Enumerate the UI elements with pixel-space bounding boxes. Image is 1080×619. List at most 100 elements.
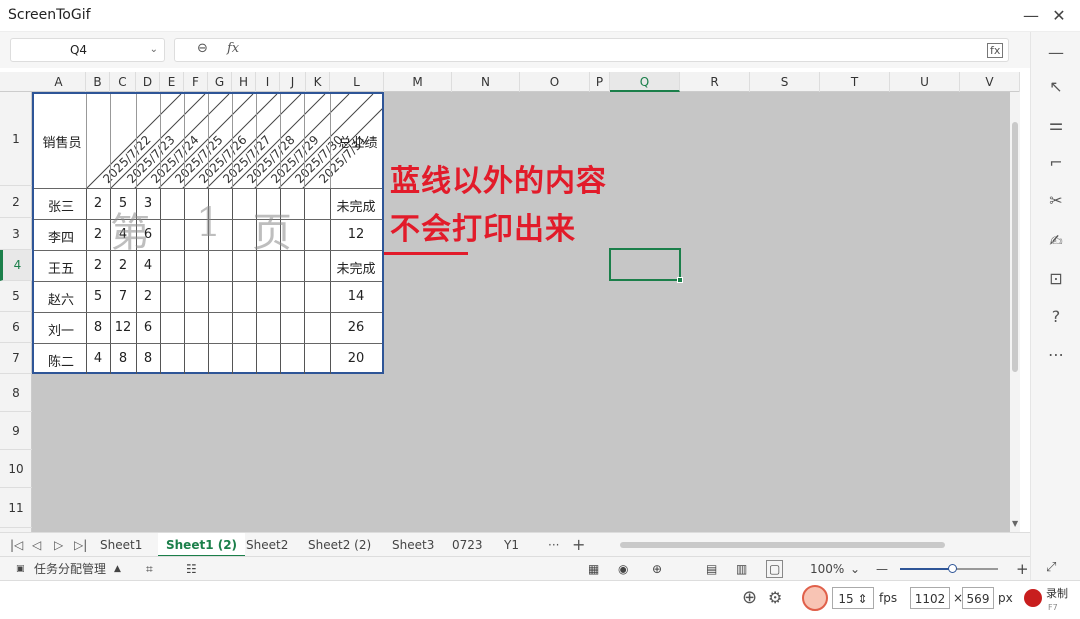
macro-icon[interactable]: ⌗ [146, 557, 153, 581]
column-header-t[interactable]: T [820, 72, 890, 92]
column-header-d[interactable]: D [136, 72, 160, 92]
table-cell-b[interactable]: 5 [86, 289, 110, 304]
close-button[interactable]: ✕ [1048, 5, 1070, 27]
column-header-c[interactable]: C [110, 72, 136, 92]
zoom-in-button[interactable]: + [1016, 557, 1029, 581]
column-header-k[interactable]: K [306, 72, 330, 92]
table-cell-total[interactable]: 26 [330, 320, 382, 335]
row-header-3[interactable]: 3 [0, 218, 32, 250]
normal-view-icon[interactable]: ▤ [706, 557, 717, 581]
fullscreen-icon[interactable]: ⤢ [1046, 560, 1056, 575]
next-sheet-icon[interactable]: ▷ [54, 533, 63, 557]
scroll-down-icon[interactable]: ▼ [1012, 519, 1018, 528]
table-cell-d[interactable]: 8 [136, 351, 160, 366]
more-icon[interactable]: ⋯ [1043, 342, 1069, 368]
formula-input[interactable]: ⊖ fx fx [174, 38, 1009, 62]
row-header-4[interactable]: 4 [0, 250, 32, 281]
settings-icon[interactable]: ⚙ [768, 587, 782, 609]
column-header-b[interactable]: B [86, 72, 110, 92]
zoom-slider-knob[interactable] [948, 564, 957, 573]
zoom-search-icon[interactable]: ⊖ [197, 41, 208, 56]
width-input[interactable]: 1102 [910, 587, 950, 609]
vertical-scroll-thumb[interactable] [1012, 122, 1018, 372]
table-cell-c[interactable]: 7 [110, 289, 136, 304]
column-header-l[interactable]: L [330, 72, 384, 92]
book-search-icon[interactable]: ⊡ [1043, 266, 1069, 292]
tab-sheet-1[interactable]: Sheet1 (2) [158, 533, 246, 557]
column-header-q[interactable]: Q [610, 72, 680, 92]
horizontal-scrollbar[interactable] [620, 542, 945, 548]
table-cell-name[interactable]: 王五 [36, 258, 86, 277]
table-cell-total[interactable]: 14 [330, 289, 382, 304]
table-cell-b[interactable]: 2 [86, 196, 110, 211]
table-cell-name[interactable]: 陈二 [36, 351, 86, 370]
table-cell-name[interactable]: 张三 [36, 196, 86, 215]
column-header-h[interactable]: H [232, 72, 256, 92]
add-sheet-icon[interactable]: + [572, 533, 585, 557]
column-header-n[interactable]: N [452, 72, 520, 92]
expand-formula-icon[interactable]: fx [987, 43, 1004, 58]
row-header-10[interactable]: 10 [0, 450, 32, 488]
fill-handle[interactable] [677, 277, 683, 283]
table-cell-name[interactable]: 刘一 [36, 320, 86, 339]
column-header-m[interactable]: M [384, 72, 452, 92]
table-cell-total[interactable]: 20 [330, 351, 382, 366]
table-cell-total[interactable]: 12 [330, 227, 382, 242]
table-cell-c[interactable]: 2 [110, 258, 136, 273]
column-header-s[interactable]: S [750, 72, 820, 92]
table-cell-name[interactable]: 李四 [36, 227, 86, 246]
row-header-7[interactable]: 7 [0, 343, 32, 374]
spread-icon[interactable]: ⊕ [652, 557, 662, 581]
fps-input[interactable]: 15 ⇕ [832, 587, 874, 609]
table-cell-c[interactable]: 12 [110, 320, 136, 335]
row-header-11[interactable]: 11 [0, 488, 32, 528]
tab-sheet-4[interactable]: Sheet3 [392, 533, 434, 557]
help-icon[interactable]: ? [1043, 304, 1069, 330]
column-header-i[interactable]: I [256, 72, 280, 92]
table-cell-d[interactable]: 6 [136, 320, 160, 335]
column-header-g[interactable]: G [208, 72, 232, 92]
zoom-level[interactable]: 100% [810, 557, 844, 581]
crosshair-icon[interactable]: ⊕ [742, 587, 757, 609]
calc-icon[interactable]: ▦ [588, 557, 599, 581]
adjust-icon[interactable]: ⚌ [1043, 112, 1069, 138]
column-header-o[interactable]: O [520, 72, 590, 92]
table-cell-c[interactable]: 8 [110, 351, 136, 366]
row-header-6[interactable]: 6 [0, 312, 32, 343]
page-break-view-icon[interactable]: ▢ [766, 560, 784, 578]
selected-cell[interactable] [609, 248, 683, 283]
column-header-u[interactable]: U [890, 72, 960, 92]
table-cell-b[interactable]: 2 [86, 227, 110, 242]
table-cell-d[interactable]: 2 [136, 289, 160, 304]
table-cell-b[interactable]: 4 [86, 351, 110, 366]
tools-icon[interactable]: ✂ [1043, 188, 1069, 214]
table-cell-name[interactable]: 赵六 [36, 289, 86, 308]
column-header-a[interactable]: A [32, 72, 86, 92]
row-header-1[interactable]: 1 [0, 92, 32, 186]
more-sheets-icon[interactable]: ··· [548, 533, 559, 557]
column-header-e[interactable]: E [160, 72, 184, 92]
page-layout-icon[interactable]: ▥ [736, 557, 747, 581]
height-input[interactable]: 569 [962, 587, 994, 609]
minimize-button[interactable]: — [1020, 5, 1042, 27]
row-header-2[interactable]: 2 [0, 186, 32, 218]
table-cell-total[interactable]: 未完成 [330, 258, 382, 277]
zoom-dropdown-icon[interactable]: ⌄ [850, 557, 860, 581]
eye-icon[interactable]: ◉ [618, 557, 628, 581]
row-header-9[interactable]: 9 [0, 412, 32, 450]
column-header-f[interactable]: F [184, 72, 208, 92]
column-header-p[interactable]: P [590, 72, 610, 92]
tab-sheet-0[interactable]: Sheet1 [100, 533, 142, 557]
column-header-r[interactable]: R [680, 72, 750, 92]
tab-sheet-3[interactable]: Sheet2 (2) [308, 533, 371, 557]
column-header-v[interactable]: V [960, 72, 1020, 92]
pointer-icon[interactable]: ↖ [1043, 74, 1069, 100]
sign-icon[interactable]: ✍ [1043, 228, 1069, 254]
task-label[interactable]: 任务分配管理 [34, 557, 106, 581]
table-cell-b[interactable]: 8 [86, 320, 110, 335]
table-cell-total[interactable]: 未完成 [330, 196, 382, 215]
first-sheet-icon[interactable]: |◁ [10, 533, 23, 557]
chevron-down-icon[interactable]: ⌄ [150, 39, 158, 61]
table-cell-d[interactable]: 4 [136, 258, 160, 273]
collapse-icon[interactable]: — [1043, 40, 1069, 66]
